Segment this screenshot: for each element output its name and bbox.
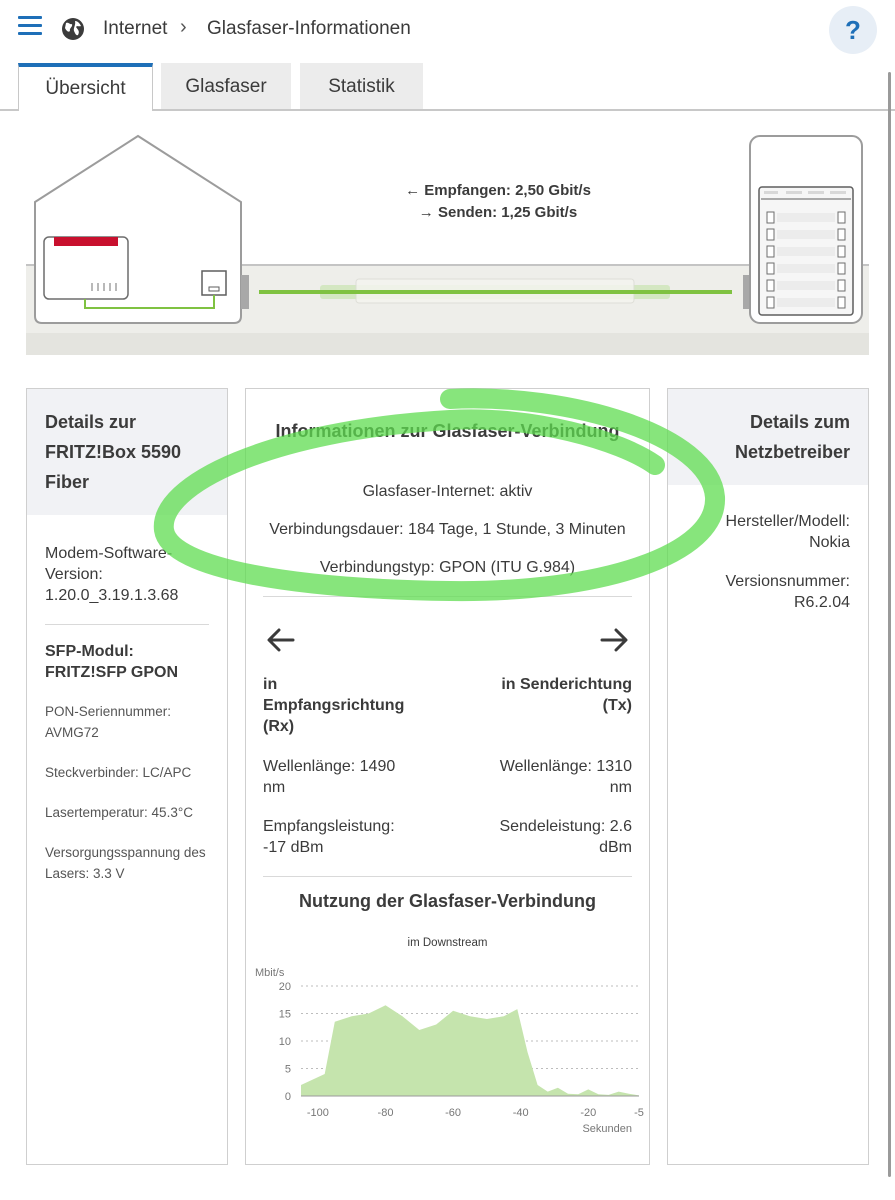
- top-bar: Internet › Glasfaser-Informationen ?: [0, 0, 895, 60]
- y-tick-label: 0: [285, 1091, 291, 1103]
- breadcrumb-internet[interactable]: Internet: [103, 18, 167, 40]
- send-speed: Senden: 1,25 Gbit/s: [437, 204, 578, 221]
- fiber-connection-panel: Informationen zur Glasfaser-Verbindung G…: [245, 388, 650, 1165]
- manufacturer-label: Hersteller/Modell:: [725, 513, 850, 530]
- tab-bar: Übersicht Glasfaser Statistik: [0, 63, 895, 111]
- globe-icon: [62, 18, 84, 40]
- fritzbox-details-panel: Details zur FRITZ!Box 5590 Fiber Modem-S…: [26, 388, 228, 1165]
- rx-power: Empfangsleistung: -17 dBm: [263, 818, 395, 856]
- x-tick-label: -20: [580, 1107, 596, 1119]
- chart-title: Nutzung der Glasfaser-Verbindung: [298, 891, 597, 911]
- x-tick-label: -5: [634, 1107, 644, 1119]
- y-tick-label: 15: [279, 1009, 291, 1021]
- version-value: R6.2.04: [793, 594, 850, 611]
- y-tick-label: 10: [279, 1036, 291, 1048]
- rx-title: in Empfangsrichtung (Rx): [263, 676, 405, 735]
- laser-voltage: Versorgungsspannung des Lasers: 3.3 V: [45, 845, 206, 881]
- x-tick-label: -60: [445, 1107, 461, 1119]
- manufacturer-value: Nokia: [809, 534, 850, 551]
- tx-arrow-right-icon: [600, 628, 628, 652]
- pon-serial: PON-Seriennummer: AVMG72: [45, 701, 209, 743]
- connection-illustration: [26, 134, 869, 355]
- tx-wavelength: Wellenlänge: 1310 nm: [499, 758, 632, 796]
- tab-statistik[interactable]: Statistik: [300, 63, 423, 109]
- y-tick-label: 20: [279, 981, 291, 993]
- connector-type: Steckverbinder: LC/APC: [45, 765, 192, 780]
- divider: [263, 876, 632, 877]
- y-axis-label: Mbit/s: [255, 967, 285, 979]
- provider-details-panel: Details zum Netzbetreiber Hersteller/Mod…: [667, 388, 869, 1165]
- tab-overview[interactable]: Übersicht: [18, 63, 153, 111]
- arrow-left-icon: ←: [405, 182, 421, 199]
- house-icon: [34, 134, 242, 324]
- laser-temperature: Lasertemperatur: 45.3°C: [45, 805, 193, 820]
- y-tick-label: 5: [285, 1064, 291, 1076]
- chart-subtitle: im Downstream: [407, 937, 488, 949]
- connection-type: Verbindungstyp: GPON (ITU G.984): [319, 559, 576, 576]
- arrow-right-icon: →: [418, 204, 434, 221]
- pon-serial-value: AVMG72: [45, 725, 99, 740]
- modem-software-value: 1.20.0_3.19.1.3.68: [45, 587, 179, 604]
- distribution-cabinet-icon: [749, 135, 863, 324]
- fiber-status: Glasfaser-Internet: aktiv: [362, 483, 533, 500]
- x-tick-label: -80: [378, 1107, 394, 1119]
- rx-wavelength: Wellenlänge: 1490 nm: [263, 758, 396, 796]
- x-tick-label: -100: [307, 1107, 329, 1119]
- receive-speed: Empfangen: 2,50 Gbit/s: [424, 182, 591, 199]
- version-label: Versionsnummer:: [725, 573, 851, 590]
- scrollbar[interactable]: [888, 72, 891, 1177]
- tab-glasfaser[interactable]: Glasfaser: [161, 63, 291, 109]
- help-button[interactable]: ?: [829, 6, 877, 54]
- provider-details-title: Details zum Netzbetreiber: [668, 389, 868, 485]
- pon-serial-label: PON-Seriennummer:: [45, 704, 172, 719]
- speed-info: ← Empfangen: 2,50 Gbit/s → Senden: 1,25 …: [398, 180, 598, 224]
- fritzbox-details-title: Details zur FRITZ!Box 5590 Fiber: [27, 389, 227, 515]
- sfp-module-value: FRITZ!SFP GPON: [45, 664, 179, 681]
- divider: [45, 624, 209, 625]
- hamburger-menu-icon[interactable]: [18, 16, 42, 38]
- x-tick-label: -40: [513, 1107, 529, 1119]
- downstream-area: [301, 1005, 639, 1096]
- sfp-module-label: SFP-Modul:: [45, 643, 134, 660]
- tx-title: in Senderichtung (Tx): [501, 676, 632, 714]
- downstream-usage-chart: 0 5 10 15 20 -100 -80 -60 -40 -20 -5 Mbit/s Sekunden: [255, 967, 644, 1135]
- breadcrumb-current: Glasfaser-Informationen: [207, 18, 411, 39]
- connection-diagram: ← Empfangen: 2,50 Gbit/s → Senden: 1,25 …: [26, 125, 869, 355]
- breadcrumb-chevron-icon: ›: [180, 16, 187, 38]
- x-axis-label: Sekunden: [582, 1123, 632, 1135]
- tx-power: Sendeleistung: 2.6 dBm: [499, 818, 632, 856]
- connection-duration: Verbindungsdauer: 184 Tage, 1 Stunde, 3 …: [269, 521, 626, 538]
- fiber-connection-title: Informationen zur Glasfaser-Verbindung: [275, 421, 620, 441]
- divider: [263, 596, 632, 597]
- rx-arrow-left-icon: [267, 628, 295, 652]
- modem-software-label: Modem-Software-Version:: [45, 545, 173, 583]
